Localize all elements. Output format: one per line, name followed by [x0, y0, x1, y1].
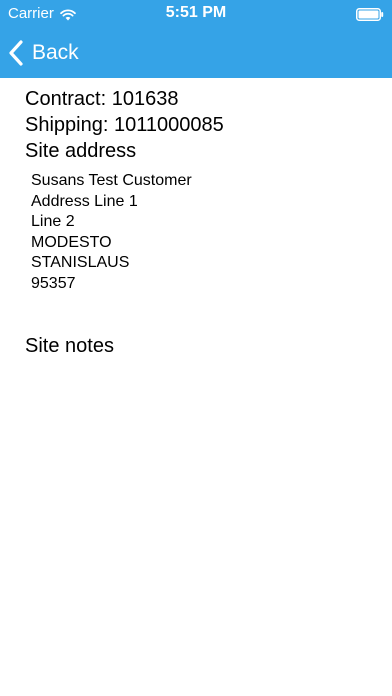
nav-bar: Back	[0, 28, 392, 78]
header: Carrier 5:51 PM Back	[0, 0, 392, 78]
battery-icon	[356, 8, 384, 21]
status-bar: Carrier 5:51 PM	[0, 0, 392, 28]
address-line: Address Line 1	[31, 192, 138, 210]
back-label: Back	[32, 41, 79, 64]
site-notes-heading: Site notes	[25, 335, 114, 357]
address-line: MODESTO	[31, 233, 112, 251]
site-address-block: Susans Test Customer Address Line 1 Line…	[25, 171, 375, 294]
contract-number: Contract: 101638	[25, 88, 179, 110]
chevron-left-icon	[8, 40, 24, 66]
site-address-heading: Site address	[25, 140, 137, 162]
address-line: Line 2	[31, 213, 75, 230]
address-line: Susans Test Customer	[31, 172, 192, 189]
details-panel: Contract: 101638 Shipping: 1011000085 Si…	[25, 86, 375, 294]
status-time: 5:51 PM	[165, 4, 227, 21]
address-line: 95357	[31, 274, 76, 292]
screen: Carrier 5:51 PM Back Contract: 101638 Sh…	[0, 0, 392, 696]
address-line: STANISLAUS	[31, 254, 130, 271]
back-button[interactable]: Back	[8, 36, 79, 70]
shipping-number: Shipping: 1011000085	[25, 114, 224, 136]
